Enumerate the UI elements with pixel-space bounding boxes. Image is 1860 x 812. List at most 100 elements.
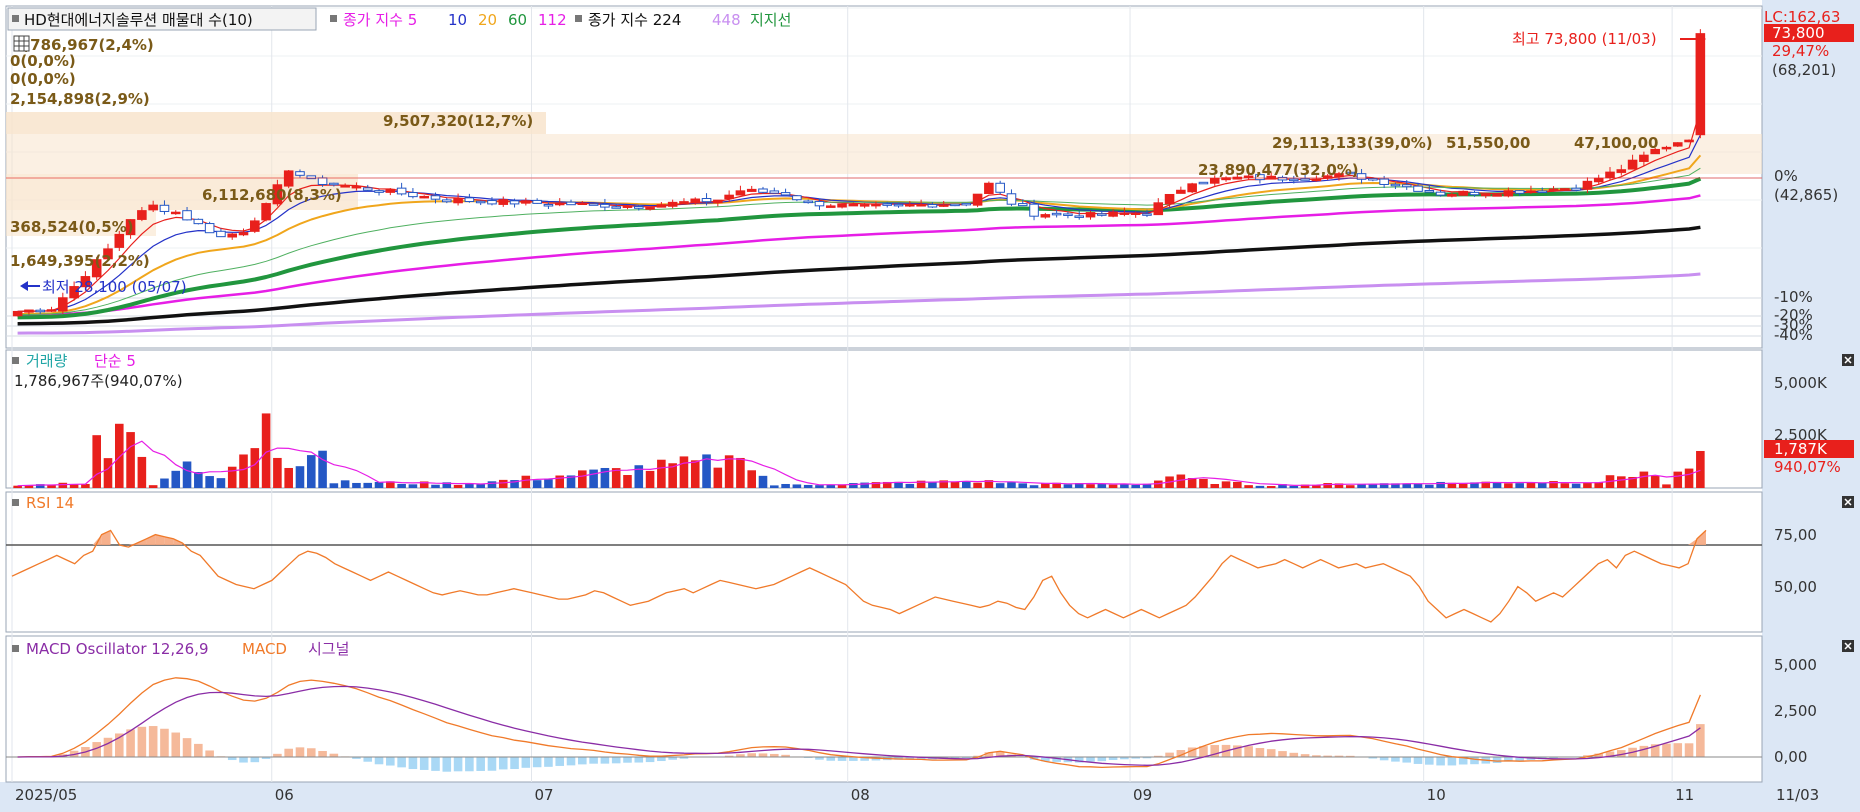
macd-osc-bar [250, 757, 260, 763]
price-legend: HD현대에너지솔루션 매물대 수(10) 종가 지수 5 10 20 60 11… [7, 7, 791, 31]
volume-bar [1086, 484, 1095, 488]
macd-osc-bar [1662, 743, 1671, 757]
macd-signal-line [17, 685, 1701, 766]
close-icon[interactable] [1842, 354, 1854, 366]
volume-bar [1233, 481, 1242, 488]
candle-body [1074, 215, 1085, 218]
candle-body [814, 200, 825, 207]
macd-osc-bar [1244, 746, 1253, 757]
axis-rsi-t1: 75,00 [1774, 526, 1817, 544]
axis-vol-t1: 5,000K [1774, 374, 1828, 392]
axis-m40: -40% [1774, 326, 1813, 344]
volume-bar [1357, 484, 1366, 488]
axis-vol-pct: 940,07% [1774, 458, 1841, 476]
candle-body [848, 203, 859, 207]
legend-ma224: 종가 지수 224 [588, 11, 681, 29]
candle-body [1187, 183, 1197, 193]
volume-bar [1413, 483, 1423, 488]
volume-bar [589, 469, 598, 488]
macd-osc-bar [1425, 757, 1434, 765]
macd-osc-bar [419, 757, 429, 770]
candle-body [1176, 189, 1186, 194]
volume-bar [487, 481, 497, 488]
candle-body [1029, 203, 1039, 217]
candle-body [1051, 212, 1062, 216]
candle-body [1571, 187, 1581, 191]
macd-osc-bar [103, 737, 113, 757]
macd-osc-bar [318, 750, 327, 757]
candle-body [1209, 177, 1220, 184]
candle-body [1085, 212, 1096, 218]
vp-label: 29,113,133(39,0%) [1272, 134, 1433, 152]
table-icon[interactable] [13, 35, 30, 52]
candle-body [633, 206, 644, 209]
legend-ma60: 60 [508, 11, 527, 29]
candle-body [701, 198, 712, 203]
vp-label: 9,507,320(12,7%) [383, 112, 533, 130]
volume-bar [645, 470, 655, 488]
candle-body [182, 210, 192, 221]
volume-bar [1639, 471, 1649, 488]
candle-body [1390, 183, 1401, 187]
macd-osc-bar [239, 757, 248, 763]
candle-body [780, 192, 791, 196]
volume-bar [1458, 483, 1468, 488]
vp-label: 1,649,395(2,2%) [10, 252, 150, 270]
vp-label: 23,890,477(32,0%) [1198, 161, 1359, 179]
candle-body [1582, 180, 1593, 190]
candle-body [430, 195, 441, 200]
macd-osc-bar [1447, 757, 1457, 766]
macd-osc-bar [160, 728, 169, 757]
candle-body [758, 188, 768, 193]
candle-body [600, 203, 610, 208]
candle-body [1379, 178, 1389, 185]
candle-body [1503, 190, 1514, 197]
macd-osc-bar [1470, 757, 1479, 765]
volume-bar [1221, 481, 1231, 488]
candle-body [521, 200, 531, 204]
candle-body [1447, 193, 1457, 197]
candle-body [1560, 188, 1570, 191]
volume-bar [826, 485, 836, 488]
volume-bar [1696, 450, 1705, 488]
candle-body [905, 204, 915, 207]
x-axis-end-label: 11/03 [1776, 786, 1819, 804]
legend-box-icon [12, 15, 19, 22]
volume-bar [453, 484, 463, 488]
volume-bar [1345, 485, 1355, 488]
candle-body [792, 195, 802, 201]
close-icon[interactable] [1842, 640, 1854, 652]
candle-body [724, 194, 734, 200]
legend-box-icon [12, 645, 19, 652]
candle-body [58, 297, 68, 312]
volume-bar [973, 482, 982, 488]
volume-bar [352, 482, 361, 488]
stock-chart[interactable]: 1,786,967(2,4%) 0(0,0%) 0(0,0%) 2,154,89… [0, 0, 1860, 812]
candle-body [362, 187, 373, 191]
volume-bar [950, 481, 960, 488]
candle-body [1097, 213, 1107, 216]
macd-osc-bar [205, 750, 214, 757]
candle-body [1458, 190, 1468, 196]
legend-ma10: 10 [448, 11, 467, 29]
x-axis-label: 06 [275, 786, 294, 804]
candle-body [295, 171, 305, 176]
candle-body [1548, 188, 1559, 192]
macd-osc-bar [1391, 757, 1400, 762]
volume-bar [803, 484, 813, 488]
candle-body [340, 185, 350, 188]
close-icon[interactable] [1842, 496, 1854, 508]
x-axis-label: 10 [1427, 786, 1446, 804]
candle-body [35, 309, 46, 313]
candle-body [453, 198, 463, 204]
axis-m10: -10% [1774, 288, 1813, 306]
volume-bar [273, 457, 282, 488]
x-axis-label: 09 [1133, 786, 1152, 804]
x-axis-label: 07 [534, 786, 553, 804]
volume-bar [1018, 483, 1028, 488]
macd-osc-bar [578, 757, 587, 765]
volume-bar [171, 470, 181, 488]
candle-body [193, 218, 204, 225]
candle-body [769, 190, 780, 194]
volume-bar [1063, 484, 1073, 488]
